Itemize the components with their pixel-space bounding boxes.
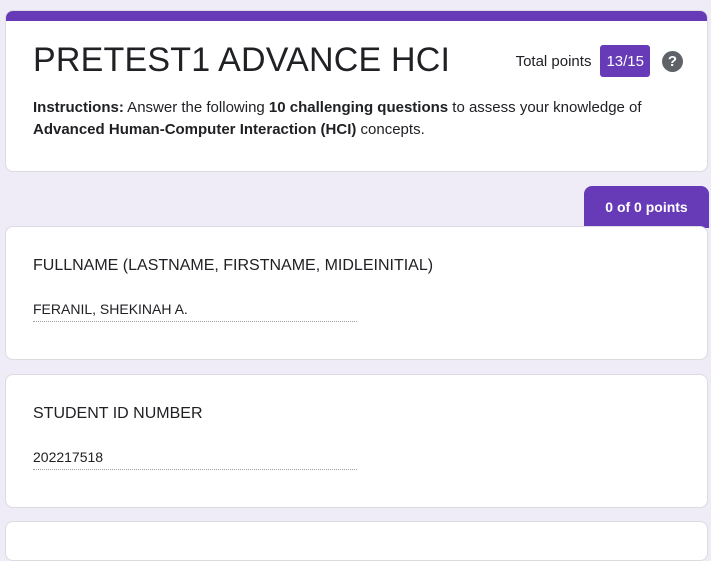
question-card-student-id: STUDENT ID NUMBER 202217518 [5,374,708,508]
section-points-tab: 0 of 0 points [584,186,709,228]
instructions-bold-2: Advanced Human-Computer Interaction (HCI… [33,121,357,138]
instructions-text-1: Answer the following [123,99,269,116]
score-badge: 13/15 [600,45,650,77]
form-header-card: PRETEST1 ADVANCE HCI Total points 13/15 … [5,10,708,172]
question-card-fullname: FULLNAME (LASTNAME, FIRSTNAME, MIDLEINIT… [5,226,708,360]
header-accent-bar [6,11,707,21]
question-title: STUDENT ID NUMBER [33,405,203,422]
total-points-label: Total points [515,52,592,70]
question-card-next [5,521,708,561]
instructions-text-2: to assess your knowledge of [448,99,642,116]
form-title: PRETEST1 ADVANCE HCI [33,41,451,79]
question-title: FULLNAME (LASTNAME, FIRSTNAME, MIDLEINIT… [33,257,434,274]
total-points: Total points 13/15 ? [516,45,683,77]
question-circle-icon[interactable]: ? [662,50,683,72]
answer-field: 202217518 [33,449,357,470]
instructions-text-3: concepts. [356,121,425,138]
instructions-lead: Instructions: [33,99,124,116]
answer-field: FERANIL, SHEKINAH A. [33,301,357,322]
instructions: Instructions: Answer the following 10 ch… [33,97,683,141]
instructions-bold-1: 10 challenging questions [268,99,449,116]
